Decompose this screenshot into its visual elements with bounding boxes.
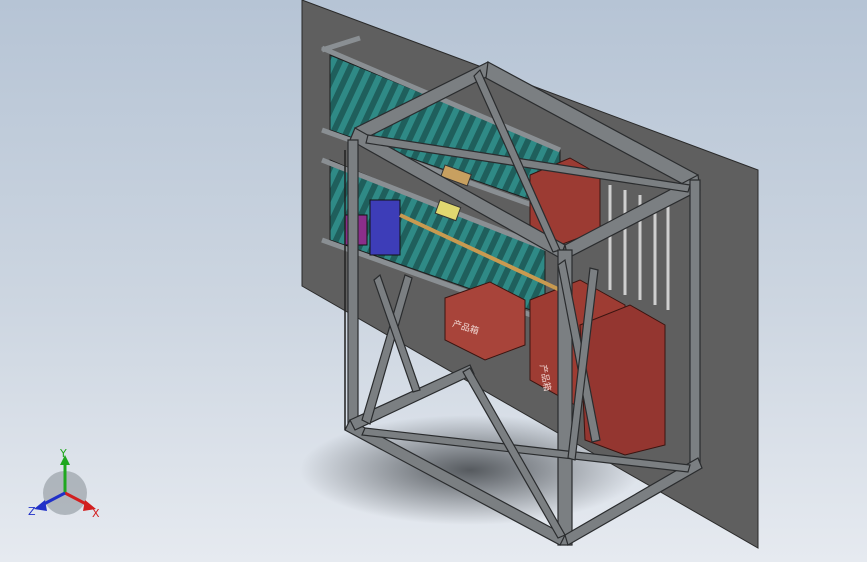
orientation-triad: Y X Z bbox=[28, 447, 100, 520]
z-axis-label: Z bbox=[28, 505, 36, 518]
x-axis-label: X bbox=[92, 507, 100, 520]
y-axis-label: Y bbox=[59, 447, 67, 460]
carriage-block[interactable] bbox=[369, 199, 401, 256]
cad-viewport[interactable]: 产品箱 产品箱 Y X Z bbox=[0, 0, 867, 562]
z-axis-arrow bbox=[34, 500, 47, 511]
